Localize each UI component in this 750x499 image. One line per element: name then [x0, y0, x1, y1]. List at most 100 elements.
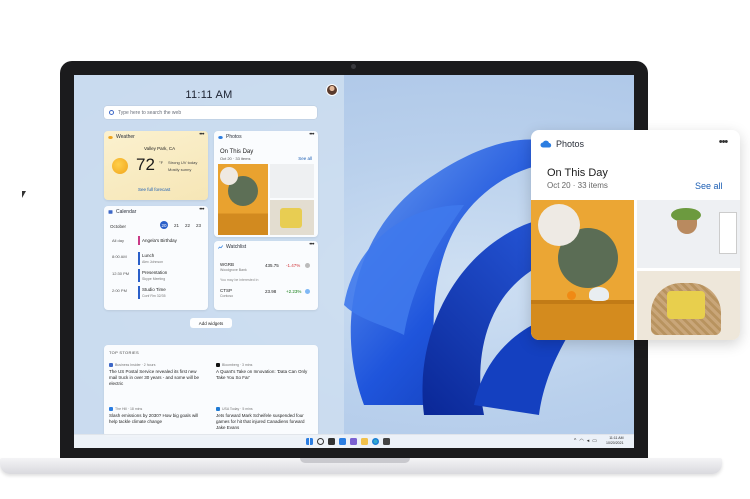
event-color-bar — [138, 286, 140, 299]
photo-thumbnail-still-life[interactable] — [218, 164, 268, 235]
watchlist-widget[interactable]: Watchlist ••• WGRB Woodgrove Bank 435.75… — [214, 241, 318, 310]
story-headline[interactable]: Slash emissions by 2030? How big goals w… — [109, 413, 205, 425]
story-headline[interactable]: The US Postal Service revealed its first… — [109, 369, 205, 387]
stocks-chart-icon — [218, 245, 223, 249]
photos-enlarged-see-all-link[interactable]: See all — [695, 181, 723, 191]
search-icon[interactable] — [317, 438, 324, 445]
weather-location: Valley Park, CA — [144, 146, 176, 151]
stock-change: -1.47% — [286, 263, 301, 268]
chevron-up-icon[interactable]: ^ — [574, 438, 576, 444]
weather-detail-condition: Mostly sunny — [168, 167, 192, 172]
calendar-day[interactable]: 22 — [185, 223, 190, 229]
photos-enlarged-heading: On This Day — [547, 167, 608, 179]
edge-browser-icon[interactable] — [372, 438, 379, 445]
event-color-bar — [138, 269, 140, 282]
calendar-title: Calendar — [116, 209, 137, 215]
laptop-lid-notch — [300, 458, 410, 463]
event-subtitle: Alex Johnson — [142, 260, 164, 264]
stock-price: 23.98 — [265, 289, 277, 294]
weather-cloud-icon — [108, 136, 113, 139]
weather-widget[interactable]: Weather ••• Valley Park, CA 72 °F Strong… — [104, 131, 208, 200]
search-placeholder: Type here to search the web — [118, 109, 182, 116]
wifi-icon[interactable]: ◠ — [579, 438, 583, 444]
watchlist-more-button[interactable]: ••• — [309, 242, 314, 248]
stock-remove-icon[interactable] — [305, 263, 310, 268]
photos-widget-enlarged[interactable]: Photos ••• On This Day Oct 20 · 33 items… — [531, 130, 740, 340]
photo-hanging-plant[interactable] — [637, 200, 740, 268]
stock-add-icon[interactable] — [305, 289, 310, 294]
photos-enlarged-more-button[interactable]: ••• — [711, 136, 735, 152]
calendar-icon — [108, 210, 113, 214]
photos-small-see-all-link[interactable]: See all — [298, 156, 312, 161]
user-avatar[interactable] — [326, 84, 338, 96]
weather-temperature: 72 — [136, 155, 155, 174]
top-stories-widget[interactable]: TOP STORIES Business Insider · 2 hours T… — [104, 345, 318, 437]
event-subtitle: Skype Meeting — [142, 277, 166, 281]
publisher-logo-icon — [109, 407, 113, 411]
calendar-month: October — [110, 224, 127, 229]
battery-icon[interactable]: ▭ — [592, 438, 597, 444]
task-view-icon[interactable] — [328, 438, 335, 445]
event-time: 8:00 AM — [112, 254, 127, 259]
photo-thumbnail-chair[interactable] — [270, 200, 314, 235]
calendar-day[interactable]: 21 — [174, 223, 179, 229]
mouse-cursor — [22, 191, 26, 198]
calendar-widget[interactable]: Calendar ••• October 20 21 22 23 All day… — [104, 206, 208, 310]
event-subtitle: Conf Rm 32/35 — [142, 294, 166, 298]
calendar-day-strip: 20 21 22 23 — [160, 221, 201, 229]
photos-enlarged-title: Photos — [556, 139, 585, 149]
file-explorer-icon[interactable] — [361, 438, 368, 445]
top-stories-header: TOP STORIES — [109, 350, 139, 355]
weather-title: Weather — [116, 134, 135, 140]
photos-widget-small[interactable]: Photos ••• On This Day Oct 20 · 33 items… — [214, 131, 318, 237]
event-time: 12:30 PM — [112, 271, 130, 276]
sun-icon — [112, 158, 128, 174]
event-title[interactable]: Studio Time — [142, 287, 166, 292]
webcam — [351, 64, 356, 69]
taskbar-clock[interactable]: 11:11 AM 10/20/2021 — [606, 436, 624, 446]
watchlist-suggestion-label: You may be interested in — [220, 278, 259, 282]
search-input[interactable]: Type here to search the web — [104, 106, 317, 119]
weather-detail-uv: Strong UV today — [168, 160, 198, 165]
calendar-day[interactable]: 23 — [196, 223, 201, 229]
photo-rattan-chair[interactable] — [637, 271, 740, 340]
story-source: The Hill · 18 mins — [109, 407, 142, 411]
stock-symbol[interactable]: CTSP — [220, 288, 232, 293]
stock-symbol[interactable]: WGRB — [220, 262, 234, 267]
widgets-panel: 11:11 AM Type here to search the web Wea… — [74, 75, 344, 448]
speaker-icon[interactable]: ◂ — [587, 438, 590, 444]
story-headline[interactable]: A Quant's Take on Innovation: 'Data Can … — [216, 369, 312, 381]
photos-enlarged-subtitle: Oct 20 · 33 items — [547, 181, 608, 190]
stock-name: Contoso — [220, 294, 234, 298]
publisher-logo-icon — [109, 363, 113, 367]
photos-small-subtitle: Oct 20 · 33 items — [220, 156, 251, 161]
event-time: 2:00 PM — [112, 288, 127, 293]
start-windows-icon[interactable] — [306, 438, 313, 445]
stock-name: Woodgrove Bank — [220, 268, 247, 272]
weather-forecast-link[interactable]: See full forecast — [138, 187, 170, 192]
photos-small-heading: On This Day — [220, 149, 254, 155]
story-headline[interactable]: Jets forward Mark Scheifele suspended fo… — [216, 413, 312, 431]
photo-still-life[interactable] — [531, 200, 634, 340]
widgets-icon[interactable] — [339, 438, 346, 445]
add-widgets-button[interactable]: Add widgets — [190, 318, 232, 328]
store-icon[interactable] — [383, 438, 390, 445]
watchlist-title: Watchlist — [226, 244, 247, 250]
story-source: Business Insider · 2 hours — [109, 363, 155, 367]
event-time: All day — [112, 238, 125, 243]
teams-chat-icon[interactable] — [350, 438, 357, 445]
event-title[interactable]: Angela's Birthday — [142, 238, 177, 243]
calendar-day-today[interactable]: 20 — [160, 221, 168, 229]
event-title[interactable]: Lunch — [142, 253, 154, 258]
calendar-more-button[interactable]: ••• — [199, 207, 204, 213]
event-title[interactable]: Presentation — [142, 270, 167, 275]
stage: 11:11 AM Type here to search the web Wea… — [0, 0, 750, 499]
search-icon — [109, 110, 114, 115]
taskbar: ^ ◠ ◂ ▭ 11:11 AM 10/20/2021 — [74, 434, 634, 448]
photos-small-title: Photos — [226, 134, 242, 140]
system-tray: ^ ◠ ◂ ▭ — [574, 438, 597, 444]
event-color-bar — [138, 236, 140, 245]
weather-more-button[interactable]: ••• — [199, 132, 204, 138]
photo-thumbnail-plant[interactable] — [270, 164, 314, 198]
photos-small-more-button[interactable]: ••• — [309, 132, 314, 138]
